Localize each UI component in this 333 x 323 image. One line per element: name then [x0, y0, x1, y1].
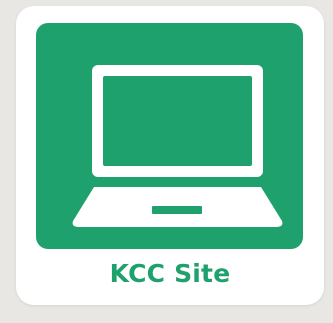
kcc-site-tile[interactable]: KCC Site	[16, 6, 324, 305]
tile-label: KCC Site	[109, 259, 231, 288]
icon-panel	[36, 23, 303, 249]
laptop-icon	[72, 65, 283, 227]
